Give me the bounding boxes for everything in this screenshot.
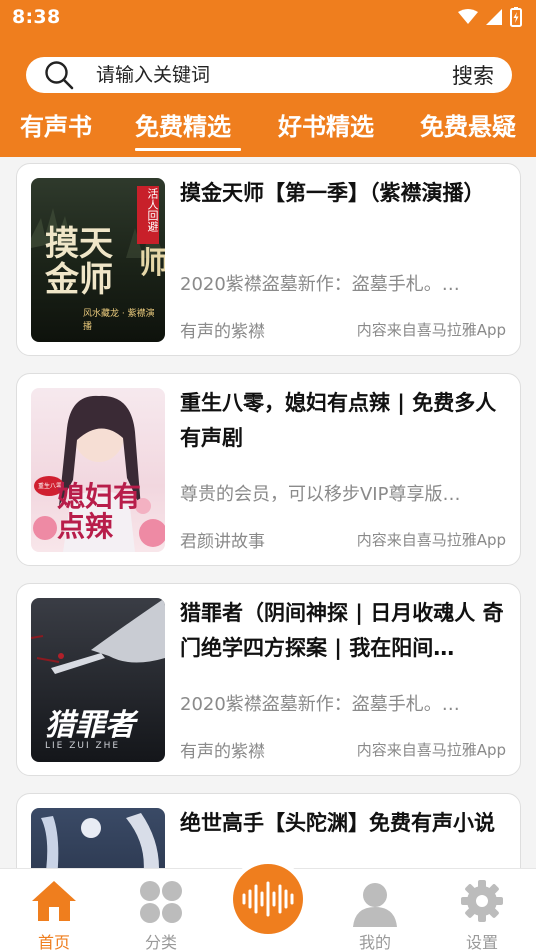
app-header: 8:38 搜索 有声书 免费精选 好书精选 免费悬疑 — [0, 0, 536, 157]
book-title: 摸金天师【第一季】（紫襟演播） — [180, 181, 485, 205]
svg-text:师: 师 — [139, 246, 165, 281]
bottom-nav: 首页 分类 我的 设置 — [0, 859, 536, 950]
book-card[interactable]: 绝世高手【头陀渊】免费有声小说 — [16, 793, 521, 868]
tab-good-books[interactable]: 好书精选 — [278, 107, 374, 142]
book-cover: 师 活人回避 摸天金师 风水藏龙 · 紫襟演播 — [31, 178, 165, 342]
search-input[interactable] — [96, 64, 452, 86]
book-title: 绝世高手【头陀渊】免费有声小说 — [180, 811, 495, 835]
nav-home[interactable]: 首页 — [14, 869, 94, 950]
book-source: 内容来自喜马拉雅App — [356, 531, 506, 549]
user-icon — [353, 883, 397, 927]
nav-settings-label: 设置 — [465, 933, 498, 950]
search-button[interactable]: 搜索 — [452, 60, 494, 90]
nav-home-label: 首页 — [37, 933, 70, 950]
cover-title: 媳妇有点辣 — [57, 480, 142, 543]
status-time: 8:38 — [12, 6, 61, 28]
status-bar: 8:38 — [0, 0, 536, 34]
book-card[interactable]: 师 活人回避 摸天金师 风水藏龙 · 紫襟演播 摸金天师【第一季】（紫襟演播） … — [16, 163, 521, 356]
home-icon — [32, 881, 76, 921]
category-tabs: 有声书 免费精选 好书精选 免费悬疑 — [0, 101, 536, 157]
grid-icon — [140, 881, 182, 923]
system-icons — [458, 7, 522, 27]
player-button[interactable] — [228, 859, 308, 939]
battery-icon — [510, 7, 522, 27]
nav-category-label: 分类 — [144, 933, 177, 950]
book-source: 内容来自喜马拉雅App — [356, 321, 506, 339]
cover-subtitle: 风水藏龙 · 紫襟演播 — [83, 309, 155, 332]
book-list: 师 活人回避 摸天金师 风水藏龙 · 紫襟演播 摸金天师【第一季】（紫襟演播） … — [0, 157, 536, 868]
book-cover: 猎罪者 LIE ZUI ZHE — [31, 598, 165, 762]
book-description: 2020紫襟盗墓新作：盗墓手札。… — [180, 694, 460, 715]
book-card[interactable]: 重生八零 媳妇有点辣 重生八零，媳妇有点辣 | 免费多人有声剧 尊贵的会员，可以… — [16, 373, 521, 566]
tab-free-suspense[interactable]: 免费悬疑 — [420, 107, 516, 142]
cover-title: 摸天金师 — [45, 224, 113, 300]
book-cover — [31, 808, 165, 868]
nav-settings[interactable]: 设置 — [442, 869, 522, 950]
book-description: 尊贵的会员，可以移步VIP尊享版… — [180, 484, 461, 505]
book-author: 有声的紫襟 — [180, 742, 265, 762]
nav-profile-label: 我的 — [358, 933, 391, 950]
cover-subtitle: LIE ZUI ZHE — [45, 741, 121, 751]
audio-wave-icon — [242, 881, 294, 917]
book-author: 君颜讲故事 — [180, 532, 265, 552]
cover-badge: 活人回避 — [146, 188, 159, 232]
wifi-icon — [458, 9, 478, 24]
book-author: 有声的紫襟 — [180, 322, 265, 342]
book-source: 内容来自喜马拉雅App — [356, 741, 506, 759]
nav-category[interactable]: 分类 — [121, 869, 201, 950]
cover-title: 猎罪者 — [45, 708, 135, 743]
search-icon[interactable] — [44, 60, 74, 90]
active-tab-indicator — [135, 148, 241, 151]
book-card[interactable]: 猎罪者 LIE ZUI ZHE 猎罪者（阴间神探 | 日月收魂人 奇门绝学四方探… — [16, 583, 521, 776]
gear-icon — [461, 880, 503, 922]
nav-profile[interactable]: 我的 — [335, 869, 415, 950]
tab-free-picks[interactable]: 免费精选 — [135, 107, 231, 142]
search-bar: 搜索 — [26, 57, 512, 93]
signal-icon — [486, 9, 502, 25]
book-title: 猎罪者（阴间神探 | 日月收魂人 奇门绝学四方探案 | 我在阳间… — [180, 601, 504, 660]
tab-audiobook[interactable]: 有声书 — [20, 107, 92, 142]
book-description: 2020紫襟盗墓新作：盗墓手札。… — [180, 274, 460, 295]
book-cover: 重生八零 媳妇有点辣 — [31, 388, 165, 552]
book-title: 重生八零，媳妇有点辣 | 免费多人有声剧 — [180, 391, 497, 450]
